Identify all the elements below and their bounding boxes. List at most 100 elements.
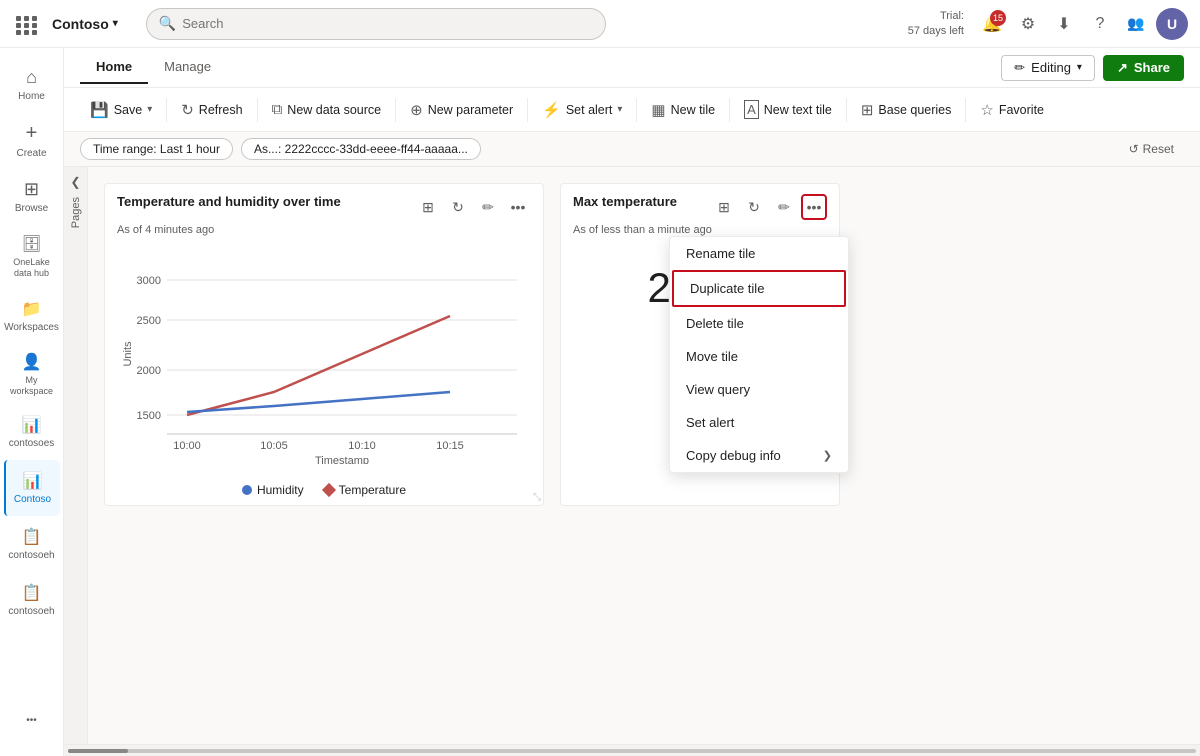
resize-handle[interactable]: ⤡: [533, 492, 541, 503]
new-parameter-button[interactable]: ⊕ New parameter: [400, 96, 523, 124]
horizontal-scrollbar[interactable]: [64, 744, 1200, 756]
editing-label: Editing: [1031, 60, 1071, 75]
search-icon: 🔍: [159, 15, 176, 32]
tile1-title: Temperature and humidity over time: [117, 194, 411, 209]
as-filter-label: As...: 2222cccc-33dd-eeee-ff44-aaaaa...: [254, 142, 468, 156]
svg-text:Timestamp: Timestamp: [315, 455, 369, 464]
time-range-filter[interactable]: Time range: Last 1 hour: [80, 138, 233, 160]
save-label: Save: [114, 103, 143, 117]
context-menu-view-query[interactable]: View query: [670, 373, 848, 406]
tile2-edit-button[interactable]: ✏: [771, 194, 797, 220]
refresh-button[interactable]: ↻ Refresh: [171, 96, 252, 124]
as-filter[interactable]: As...: 2222cccc-33dd-eeee-ff44-aaaaa...: [241, 138, 481, 160]
apps-grid-icon[interactable]: [12, 12, 36, 36]
tile1-actions: ⊞ ↻ ✏ •••: [415, 194, 531, 220]
tile2-refresh-button[interactable]: ↻: [741, 194, 767, 220]
share-people-button[interactable]: 👥: [1120, 8, 1152, 40]
notifications-button[interactable]: 🔔 15: [976, 8, 1008, 40]
tile2-more-icon: •••: [807, 199, 822, 215]
sidebar-item-home[interactable]: ⌂ Home: [4, 56, 60, 112]
sidebar-item-browse[interactable]: ⊞ Browse: [4, 168, 60, 224]
search-bar[interactable]: 🔍: [146, 8, 606, 40]
move-label: Move tile: [686, 349, 738, 364]
sidebar-item-browse-label: Browse: [15, 203, 48, 214]
save-icon: 💾: [90, 101, 109, 119]
context-menu-copy-debug[interactable]: Copy debug info ❯: [670, 439, 848, 472]
more-icon: •••: [26, 715, 37, 726]
sidebar-bottom: •••: [4, 692, 60, 748]
favorite-label: Favorite: [999, 103, 1044, 117]
favorite-button[interactable]: ☆ Favorite: [970, 96, 1054, 124]
context-menu: Rename tile Duplicate tile Delete tile M…: [669, 236, 849, 473]
notification-badge: 15: [990, 10, 1006, 26]
sidebar-item-create[interactable]: + Create: [4, 112, 60, 168]
tile2-more-button[interactable]: •••: [801, 194, 827, 220]
new-tile-button[interactable]: ▦ New tile: [641, 96, 725, 124]
settings-button[interactable]: ⚙: [1012, 8, 1044, 40]
sidebar-item-contosoeh2[interactable]: 📋 contosoeh: [4, 572, 60, 628]
sidebar-item-workspaces[interactable]: 📁 Workspaces: [4, 288, 60, 344]
new-text-tile-button[interactable]: A New text tile: [734, 95, 842, 124]
set-alert-button[interactable]: ⚡ Set alert ▾: [532, 96, 632, 124]
tab-manage[interactable]: Manage: [148, 51, 227, 84]
reset-label: Reset: [1143, 142, 1174, 156]
toolbar-separator-1: [166, 98, 167, 122]
context-menu-move[interactable]: Move tile: [670, 340, 848, 373]
my-workspace-icon: 👤: [22, 352, 42, 372]
workspaces-icon: 📁: [22, 299, 42, 319]
new-datasource-icon: ⧉: [272, 101, 283, 118]
svg-text:10:15: 10:15: [436, 440, 464, 452]
tab-home[interactable]: Home: [80, 51, 148, 84]
reset-button[interactable]: ↺ Reset: [1119, 139, 1184, 159]
search-input[interactable]: [182, 16, 593, 31]
content-area: Home Manage ✏ Editing ▾ ↗ Share 💾: [64, 48, 1200, 756]
sidebar-item-contoso[interactable]: 📊 Contoso: [4, 460, 60, 516]
sidebar-item-contosoeh1[interactable]: 📋 contosoeh: [4, 516, 60, 572]
tile2-actions: ⊞ ↻ ✏ •••: [711, 194, 827, 220]
sidebar-item-my-workspace[interactable]: 👤 Myworkspace: [4, 344, 60, 404]
new-parameter-label: New parameter: [428, 103, 513, 117]
help-button[interactable]: ?: [1084, 8, 1116, 40]
workspace-selector[interactable]: Contoso ▾: [44, 12, 126, 36]
editing-button[interactable]: ✏ Editing ▾: [1001, 55, 1095, 81]
sidebar-item-contosoes[interactable]: 📊 contosoes: [4, 404, 60, 460]
context-menu-duplicate[interactable]: Duplicate tile: [672, 270, 846, 307]
pages-collapse-button[interactable]: ❮: [70, 175, 80, 189]
sidebar-item-onelake[interactable]: 🗄 OneLakedata hub: [4, 224, 60, 288]
tile2-table-icon: ⊞: [718, 199, 730, 216]
share-button[interactable]: ↗ Share: [1103, 55, 1184, 81]
toolbar-separator-8: [965, 98, 966, 122]
context-menu-set-alert[interactable]: Set alert: [670, 406, 848, 439]
contosoeh1-icon: 📋: [22, 527, 42, 547]
tile1-edit-button[interactable]: ✏: [475, 194, 501, 220]
sidebar-more-button[interactable]: •••: [4, 692, 60, 748]
context-menu-rename[interactable]: Rename tile: [670, 237, 848, 270]
tile2-table-icon-button[interactable]: ⊞: [711, 194, 737, 220]
tile1-table-icon-button[interactable]: ⊞: [415, 194, 441, 220]
temperature-humidity-chart: Units 3000 2500 2000 1500: [117, 244, 533, 464]
workspace-name-label: Contoso: [52, 16, 109, 32]
download-button[interactable]: ⬇: [1048, 8, 1080, 40]
browse-icon: ⊞: [24, 179, 39, 200]
scroll-thumb[interactable]: [68, 749, 128, 753]
temperature-label: Temperature: [339, 483, 406, 497]
avatar[interactable]: U: [1156, 8, 1188, 40]
delete-label: Delete tile: [686, 316, 744, 331]
base-queries-button[interactable]: ⊞ Base queries: [851, 96, 962, 124]
save-button[interactable]: 💾 Save ▾: [80, 96, 162, 124]
contosoeh2-icon: 📋: [22, 583, 42, 603]
new-data-source-button[interactable]: ⧉ New data source: [262, 96, 392, 123]
scroll-track: [68, 749, 1196, 753]
table-icon: ⊞: [422, 199, 434, 216]
home-icon: ⌂: [26, 67, 37, 88]
sidebar-item-contosoes-label: contosoes: [9, 438, 55, 449]
context-menu-delete[interactable]: Delete tile: [670, 307, 848, 340]
copy-debug-label: Copy debug info: [686, 448, 781, 463]
tile1-more-button[interactable]: •••: [505, 194, 531, 220]
save-arrow-icon: ▾: [147, 104, 152, 115]
tile1-refresh-button[interactable]: ↻: [445, 194, 471, 220]
time-range-label: Time range: Last 1 hour: [93, 142, 220, 156]
sidebar-item-home-label: Home: [18, 91, 45, 102]
svg-text:Units: Units: [122, 341, 134, 367]
svg-text:2500: 2500: [137, 315, 161, 327]
